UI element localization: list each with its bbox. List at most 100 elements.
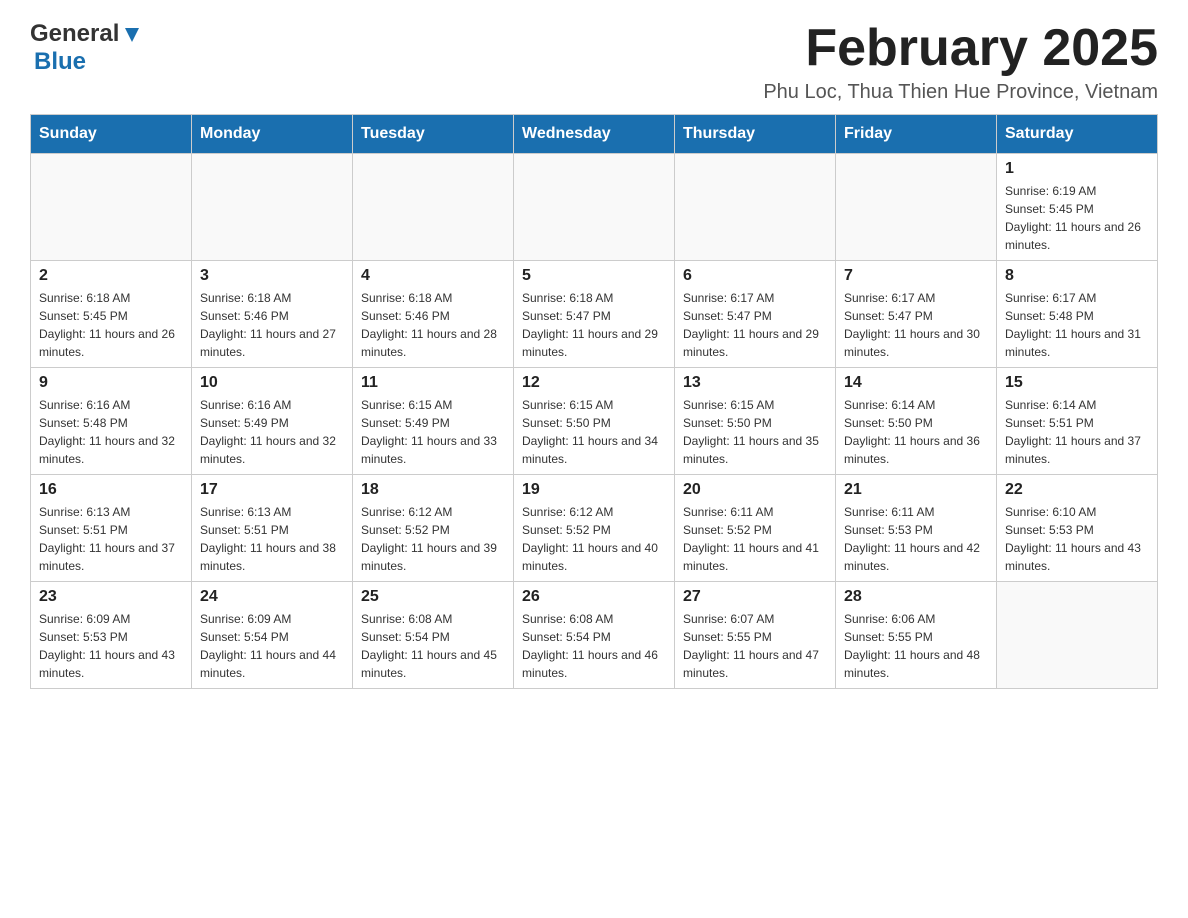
day-number: 2 <box>39 267 183 285</box>
calendar-cell: 10 Sunrise: 6:16 AM Sunset: 5:49 PM Dayli… <box>192 368 353 475</box>
calendar-day-header: Sunday <box>31 115 192 154</box>
day-info: Sunrise: 6:18 AM Sunset: 5:45 PM Dayligh… <box>39 289 183 361</box>
day-number: 5 <box>522 267 666 285</box>
day-info: Sunrise: 6:12 AM Sunset: 5:52 PM Dayligh… <box>522 503 666 575</box>
day-info: Sunrise: 6:12 AM Sunset: 5:52 PM Dayligh… <box>361 503 505 575</box>
day-number: 9 <box>39 374 183 392</box>
calendar-cell: 16Sunrise: 6:13 AM Sunset: 5:51 PM Dayli… <box>31 475 192 582</box>
calendar-week-row: 1 Sunrise: 6:19 AM Sunset: 5:45 PM Daylig… <box>31 154 1158 261</box>
calendar-cell: 28 Sunrise: 6:06 AM Sunset: 5:55 PM Dayli… <box>836 582 997 689</box>
month-title: February 2025 <box>763 20 1158 77</box>
day-number: 11 <box>361 374 505 392</box>
day-number: 19 <box>522 481 666 499</box>
day-number: 8 <box>1005 267 1149 285</box>
calendar-cell: 25 Sunrise: 6:08 AM Sunset: 5:54 PM Dayli… <box>353 582 514 689</box>
calendar-cell <box>836 154 997 261</box>
location-subtitle: Phu Loc, Thua Thien Hue Province, Vietna… <box>763 81 1158 104</box>
day-number: 6 <box>683 267 827 285</box>
logo-blue-text: Blue <box>34 48 86 75</box>
calendar-cell: 4Sunrise: 6:18 AM Sunset: 5:46 PM Daylig… <box>353 261 514 368</box>
day-number: 12 <box>522 374 666 392</box>
day-info: Sunrise: 6:17 AM Sunset: 5:47 PM Dayligh… <box>683 289 827 361</box>
title-section: February 2025 Phu Loc, Thua Thien Hue Pr… <box>763 20 1158 104</box>
calendar-cell: 11 Sunrise: 6:15 AM Sunset: 5:49 PM Dayli… <box>353 368 514 475</box>
day-info: Sunrise: 6:09 AM Sunset: 5:53 PM Dayligh… <box>39 610 183 682</box>
calendar-cell: 23 Sunrise: 6:09 AM Sunset: 5:53 PM Dayli… <box>31 582 192 689</box>
day-number: 7 <box>844 267 988 285</box>
calendar-cell: 6 Sunrise: 6:17 AM Sunset: 5:47 PM Daylig… <box>675 261 836 368</box>
day-number: 25 <box>361 588 505 606</box>
calendar-cell: 18Sunrise: 6:12 AM Sunset: 5:52 PM Dayli… <box>353 475 514 582</box>
day-number: 23 <box>39 588 183 606</box>
day-number: 17 <box>200 481 344 499</box>
day-info: Sunrise: 6:15 AM Sunset: 5:50 PM Dayligh… <box>683 396 827 468</box>
calendar-day-header: Friday <box>836 115 997 154</box>
calendar-cell <box>514 154 675 261</box>
calendar-day-header: Monday <box>192 115 353 154</box>
day-info: Sunrise: 6:18 AM Sunset: 5:47 PM Dayligh… <box>522 289 666 361</box>
calendar-cell: 1 Sunrise: 6:19 AM Sunset: 5:45 PM Daylig… <box>997 154 1158 261</box>
calendar-cell <box>353 154 514 261</box>
calendar-cell: 27 Sunrise: 6:07 AM Sunset: 5:55 PM Dayli… <box>675 582 836 689</box>
calendar-cell: 19 Sunrise: 6:12 AM Sunset: 5:52 PM Dayli… <box>514 475 675 582</box>
calendar-cell: 15 Sunrise: 6:14 AM Sunset: 5:51 PM Dayli… <box>997 368 1158 475</box>
day-info: Sunrise: 6:14 AM Sunset: 5:50 PM Dayligh… <box>844 396 988 468</box>
day-info: Sunrise: 6:16 AM Sunset: 5:48 PM Dayligh… <box>39 396 183 468</box>
day-number: 27 <box>683 588 827 606</box>
page-header: General Blue February 2025 Phu Loc, Thua… <box>30 20 1158 104</box>
calendar-cell: 8Sunrise: 6:17 AM Sunset: 5:48 PM Daylig… <box>997 261 1158 368</box>
logo-general-text: General <box>30 20 119 48</box>
day-info: Sunrise: 6:09 AM Sunset: 5:54 PM Dayligh… <box>200 610 344 682</box>
day-info: Sunrise: 6:08 AM Sunset: 5:54 PM Dayligh… <box>522 610 666 682</box>
day-number: 13 <box>683 374 827 392</box>
day-number: 21 <box>844 481 988 499</box>
day-info: Sunrise: 6:19 AM Sunset: 5:45 PM Dayligh… <box>1005 182 1149 254</box>
calendar-week-row: 9 Sunrise: 6:16 AM Sunset: 5:48 PM Daylig… <box>31 368 1158 475</box>
calendar-cell: 17 Sunrise: 6:13 AM Sunset: 5:51 PM Dayli… <box>192 475 353 582</box>
calendar-week-row: 16Sunrise: 6:13 AM Sunset: 5:51 PM Dayli… <box>31 475 1158 582</box>
day-info: Sunrise: 6:18 AM Sunset: 5:46 PM Dayligh… <box>200 289 344 361</box>
day-number: 15 <box>1005 374 1149 392</box>
calendar-cell: 22 Sunrise: 6:10 AM Sunset: 5:53 PM Dayli… <box>997 475 1158 582</box>
day-number: 28 <box>844 588 988 606</box>
calendar-day-header: Tuesday <box>353 115 514 154</box>
calendar-cell: 20 Sunrise: 6:11 AM Sunset: 5:52 PM Dayli… <box>675 475 836 582</box>
day-info: Sunrise: 6:06 AM Sunset: 5:55 PM Dayligh… <box>844 610 988 682</box>
calendar-cell: 21 Sunrise: 6:11 AM Sunset: 5:53 PM Dayli… <box>836 475 997 582</box>
day-info: Sunrise: 6:15 AM Sunset: 5:49 PM Dayligh… <box>361 396 505 468</box>
day-info: Sunrise: 6:18 AM Sunset: 5:46 PM Dayligh… <box>361 289 505 361</box>
day-info: Sunrise: 6:11 AM Sunset: 5:52 PM Dayligh… <box>683 503 827 575</box>
day-info: Sunrise: 6:13 AM Sunset: 5:51 PM Dayligh… <box>200 503 344 575</box>
calendar-cell: 12Sunrise: 6:15 AM Sunset: 5:50 PM Dayli… <box>514 368 675 475</box>
calendar-cell: 26 Sunrise: 6:08 AM Sunset: 5:54 PM Dayli… <box>514 582 675 689</box>
day-number: 10 <box>200 374 344 392</box>
calendar-cell: 7 Sunrise: 6:17 AM Sunset: 5:47 PM Daylig… <box>836 261 997 368</box>
day-info: Sunrise: 6:08 AM Sunset: 5:54 PM Dayligh… <box>361 610 505 682</box>
day-number: 22 <box>1005 481 1149 499</box>
day-info: Sunrise: 6:10 AM Sunset: 5:53 PM Dayligh… <box>1005 503 1149 575</box>
day-info: Sunrise: 6:07 AM Sunset: 5:55 PM Dayligh… <box>683 610 827 682</box>
calendar-week-row: 23 Sunrise: 6:09 AM Sunset: 5:53 PM Dayli… <box>31 582 1158 689</box>
day-number: 24 <box>200 588 344 606</box>
calendar-week-row: 2 Sunrise: 6:18 AM Sunset: 5:45 PM Daylig… <box>31 261 1158 368</box>
calendar-table: SundayMondayTuesdayWednesdayThursdayFrid… <box>30 114 1158 689</box>
calendar-cell: 3 Sunrise: 6:18 AM Sunset: 5:46 PM Daylig… <box>192 261 353 368</box>
calendar-header-row: SundayMondayTuesdayWednesdayThursdayFrid… <box>31 115 1158 154</box>
day-info: Sunrise: 6:17 AM Sunset: 5:47 PM Dayligh… <box>844 289 988 361</box>
calendar-cell: 24 Sunrise: 6:09 AM Sunset: 5:54 PM Dayli… <box>192 582 353 689</box>
calendar-cell: 13 Sunrise: 6:15 AM Sunset: 5:50 PM Dayli… <box>675 368 836 475</box>
calendar-day-header: Saturday <box>997 115 1158 154</box>
day-number: 1 <box>1005 160 1149 178</box>
calendar-cell <box>997 582 1158 689</box>
calendar-cell <box>675 154 836 261</box>
calendar-day-header: Wednesday <box>514 115 675 154</box>
calendar-cell: 2 Sunrise: 6:18 AM Sunset: 5:45 PM Daylig… <box>31 261 192 368</box>
day-info: Sunrise: 6:16 AM Sunset: 5:49 PM Dayligh… <box>200 396 344 468</box>
day-info: Sunrise: 6:13 AM Sunset: 5:51 PM Dayligh… <box>39 503 183 575</box>
day-info: Sunrise: 6:11 AM Sunset: 5:53 PM Dayligh… <box>844 503 988 575</box>
calendar-cell: 14Sunrise: 6:14 AM Sunset: 5:50 PM Dayli… <box>836 368 997 475</box>
day-number: 26 <box>522 588 666 606</box>
day-info: Sunrise: 6:14 AM Sunset: 5:51 PM Dayligh… <box>1005 396 1149 468</box>
day-number: 3 <box>200 267 344 285</box>
day-number: 20 <box>683 481 827 499</box>
